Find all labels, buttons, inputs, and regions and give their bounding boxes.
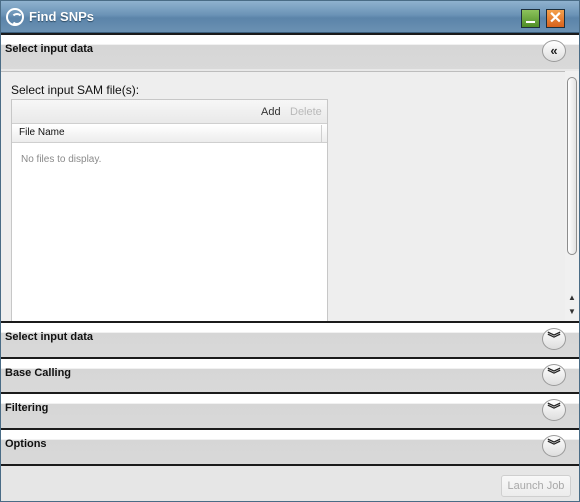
app-logo-icon — [6, 8, 24, 26]
section-title: Select input data — [5, 43, 94, 55]
collapse-icon[interactable]: « — [542, 40, 566, 62]
minimize-button[interactable] — [521, 9, 540, 28]
add-button[interactable]: Add — [261, 106, 281, 118]
minimize-icon — [526, 21, 535, 23]
section-header-filtering[interactable]: Filtering ︾ — [1, 392, 579, 428]
expand-icon[interactable]: ︾ — [542, 435, 566, 457]
title-bar[interactable]: Find SNPs ✕ — [1, 1, 579, 33]
expand-icon[interactable]: ︾ — [542, 364, 566, 386]
section-title: Filtering — [5, 402, 49, 414]
expand-icon[interactable]: ︾ — [542, 328, 566, 350]
launch-job-button[interactable]: Launch Job — [501, 475, 571, 497]
footer-bar: Launch Job — [1, 464, 579, 501]
column-header-file-name[interactable]: File Name — [12, 125, 322, 142]
section-header-select-input-data[interactable]: Select input data « — [1, 33, 579, 69]
find-snps-window: Find SNPs ✕ Select input data « Select i… — [0, 0, 580, 502]
sam-file-grid: Add Delete File Name No files to display… — [11, 99, 328, 322]
section-title: Select input data — [5, 331, 94, 343]
close-icon: ✕ — [548, 10, 563, 27]
window-title: Find SNPs — [29, 9, 95, 24]
grid-toolbar: Add Delete — [12, 100, 327, 124]
sam-files-label: Select input SAM file(s): — [11, 83, 140, 97]
delete-button[interactable]: Delete — [290, 106, 322, 118]
section-title: Options — [5, 438, 47, 450]
section-title: Base Calling — [5, 367, 72, 379]
scroll-down-icon[interactable]: ▼ — [566, 307, 578, 317]
vertical-scrollbar[interactable]: ▲ ▼ — [565, 71, 579, 321]
input-data-panel: Select input SAM file(s): Add Delete Fil… — [1, 71, 579, 322]
section-header-base-calling[interactable]: Base Calling ︾ — [1, 357, 579, 393]
scroll-up-icon[interactable]: ▲ — [566, 293, 578, 303]
empty-message: No files to display. — [21, 154, 102, 165]
section-header-options[interactable]: Options ︾ — [1, 428, 579, 464]
section-header-select-input-data-2[interactable]: Select input data ︾ — [1, 321, 579, 357]
scrollbar-thumb[interactable] — [567, 77, 577, 255]
expand-icon[interactable]: ︾ — [542, 399, 566, 421]
grid-header: File Name — [12, 125, 327, 143]
close-button[interactable]: ✕ — [546, 9, 565, 28]
